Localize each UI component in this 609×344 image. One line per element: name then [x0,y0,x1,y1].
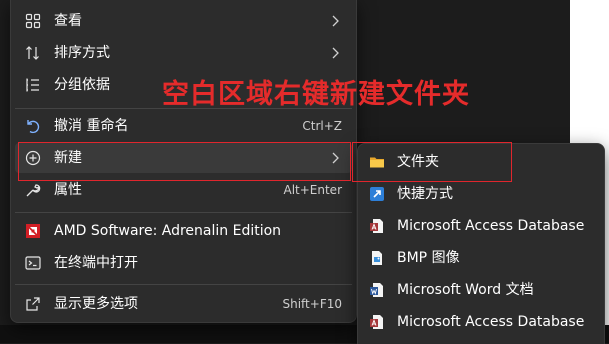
menu-item-label: 分组依据 [54,77,110,93]
menu-item-sort[interactable]: 排序方式 [15,38,352,68]
submenu-item-folder[interactable]: 文件夹 [362,147,600,177]
chevron-right-icon [332,47,339,59]
word-file-icon [370,283,383,297]
amd-logo-icon [26,224,40,238]
menu-item-view[interactable]: 查看 [15,6,352,36]
access-file-icon [370,315,383,329]
chevron-right-icon [332,152,339,164]
submenu-item-access-database[interactable]: Microsoft Access Database [362,307,600,337]
submenu-item-access-database[interactable]: Microsoft Access Database [362,211,600,241]
group-list-icon [26,78,39,92]
menu-item-label: 撤消 重命名 [54,118,129,134]
shortcut-text: Alt+Enter [283,183,342,197]
wrench-icon [26,184,41,197]
external-open-icon [26,297,40,311]
menu-item-undo-rename[interactable]: 撤消 重命名 Ctrl+Z [15,111,352,141]
folder-icon [370,157,384,168]
menu-item-new[interactable]: 新建 [15,143,352,173]
submenu-item-label: BMP 图像 [397,250,460,266]
menu-item-show-more-options[interactable]: 显示更多选项 Shift+F10 [15,289,352,319]
grid-icon [25,13,41,29]
terminal-icon [25,256,41,270]
menu-item-label: 排序方式 [54,45,110,61]
menu-item-label: 新建 [54,150,82,166]
undo-icon [27,120,40,134]
sort-icon [26,46,39,60]
menu-item-label: AMD Software: Adrenalin Edition [54,223,282,239]
shortcut-text: Shift+F10 [282,297,342,311]
menu-divider [15,212,352,213]
submenu-item-label: Microsoft Access Database [397,218,585,234]
submenu-item-word-document[interactable]: Microsoft Word 文档 [362,275,600,305]
bmp-file-icon [372,251,382,265]
menu-item-amd-software[interactable]: AMD Software: Adrenalin Edition [15,216,352,246]
add-circle-icon [25,150,41,166]
submenu-item-shortcut[interactable]: 快捷方式 [362,179,600,209]
menu-item-label: 查看 [54,13,82,29]
menu-item-label: 显示更多选项 [54,296,138,312]
chevron-right-icon [332,15,339,27]
submenu-item-bmp-image[interactable]: BMP 图像 [362,243,600,273]
submenu-item-label: 快捷方式 [397,186,453,202]
shortcut-text: Ctrl+Z [302,119,342,133]
submenu-item-label: Microsoft Access Database [397,314,585,330]
shortcut-icon [370,187,384,201]
menu-item-label: 在终端中打开 [54,255,138,271]
menu-item-properties[interactable]: 属性 Alt+Enter [15,175,352,205]
menu-item-open-in-terminal[interactable]: 在终端中打开 [15,248,352,278]
context-menu: 查看 排序方式 分组依据 撤消 重命名 Ctrl+Z 新建 属性 Alt+Ent… [10,0,357,323]
menu-item-label: 属性 [54,182,82,198]
submenu-item-label: Microsoft Word 文档 [397,282,534,298]
menu-divider [15,284,352,285]
annotation-text: 空白区域右键新建文件夹 [162,79,470,110]
access-file-icon [370,219,383,233]
submenu-item-label: 文件夹 [397,154,439,170]
new-submenu: 文件夹 快捷方式 Microsoft Access Database BMP 图… [357,143,605,344]
